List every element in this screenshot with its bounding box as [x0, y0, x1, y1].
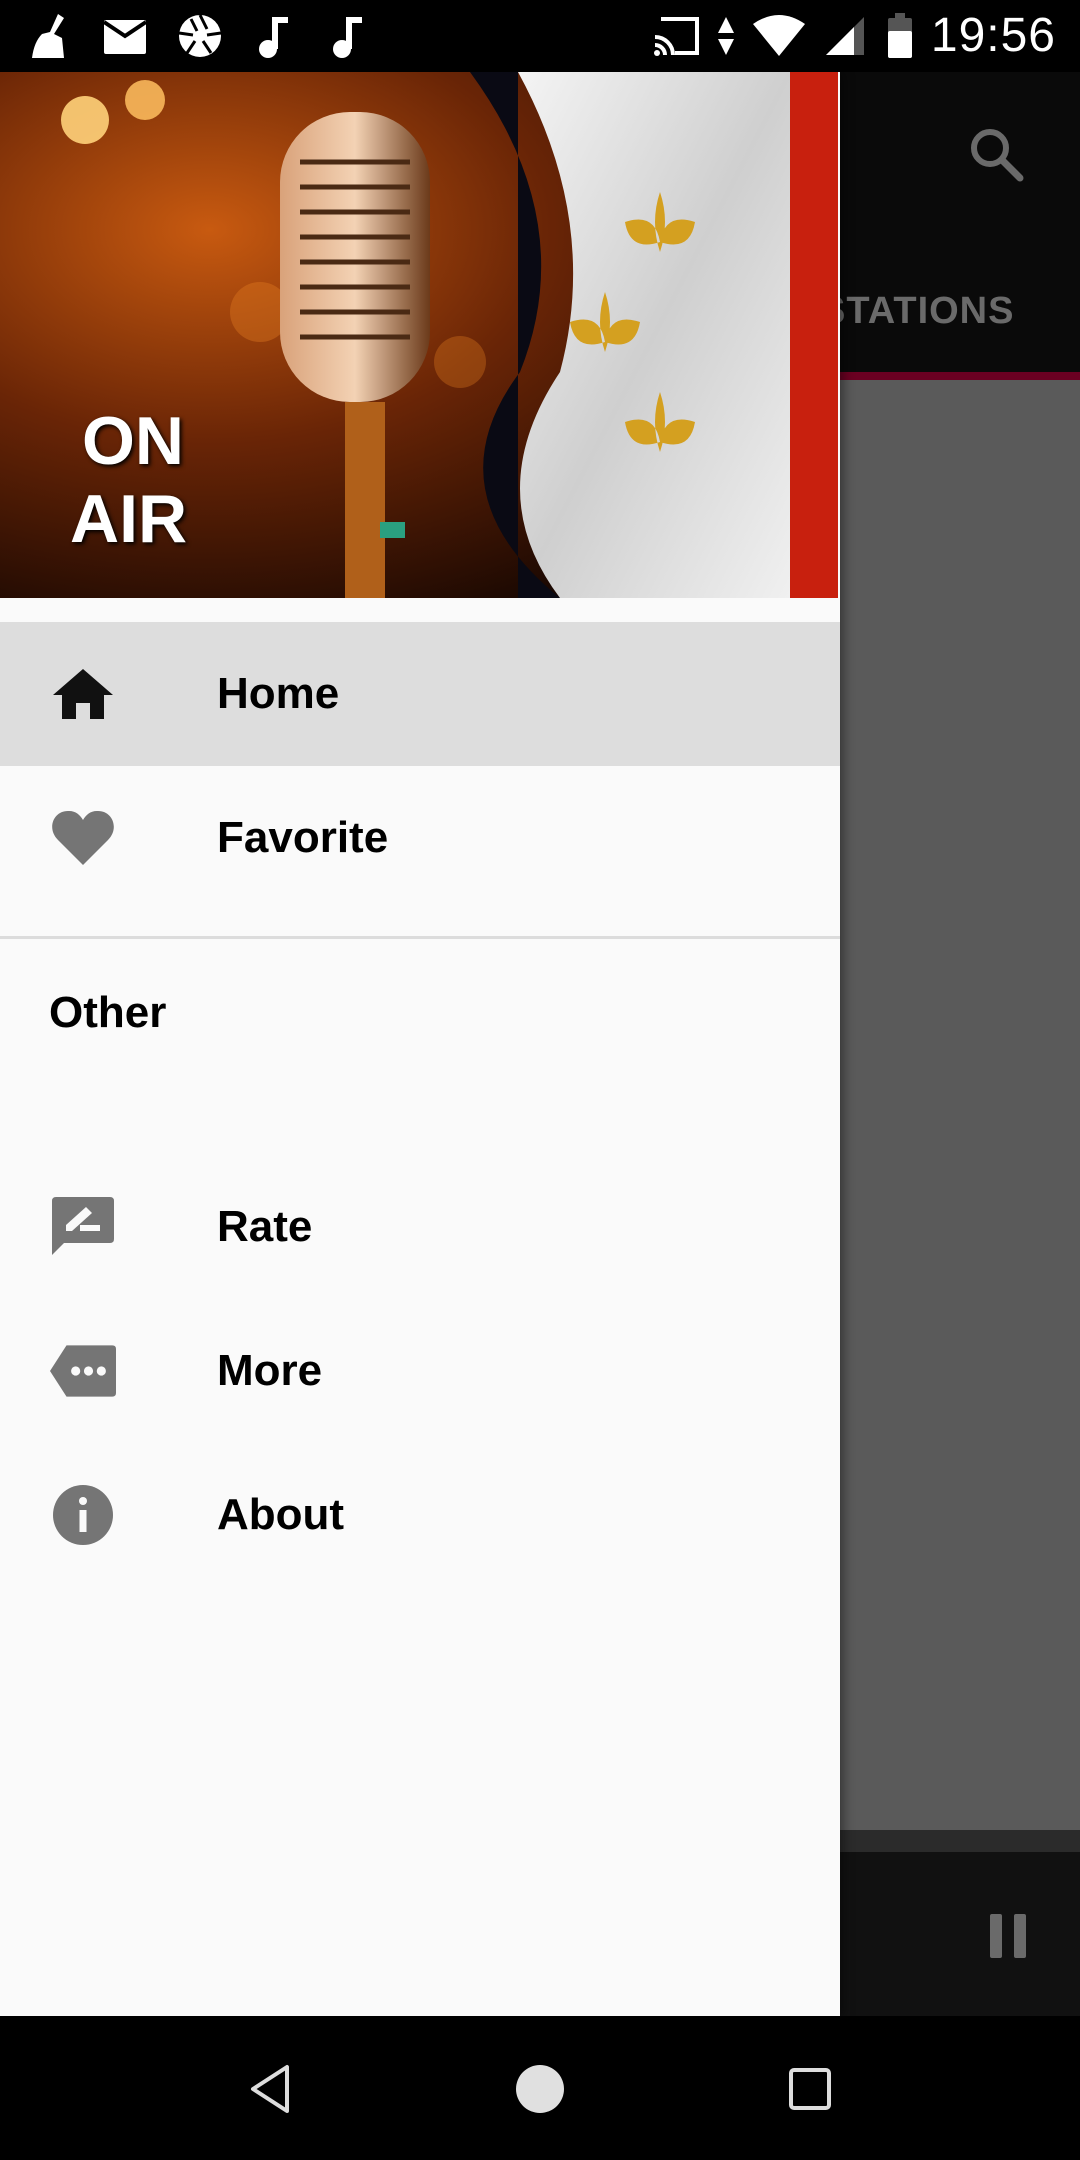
camera-aperture-icon — [176, 12, 224, 60]
drawer-divider — [0, 936, 840, 939]
status-bar: 19:56 — [0, 0, 1080, 72]
drawer-item-more[interactable]: More — [0, 1299, 840, 1443]
mail-icon — [102, 12, 150, 60]
drawer-item-favorite[interactable]: Favorite — [0, 766, 840, 910]
cast-icon — [653, 12, 701, 60]
info-icon — [50, 1482, 116, 1548]
section-title-other: Other — [49, 988, 167, 1037]
home-icon — [50, 661, 116, 727]
cleaner-icon — [28, 12, 76, 60]
more-tag-icon — [50, 1338, 116, 1404]
wifi-icon — [751, 12, 807, 60]
search-icon[interactable] — [966, 124, 1026, 184]
home-circle-icon[interactable] — [505, 2054, 575, 2124]
navigation-drawer: ON AIR Home Favorite Other Rate More Abo… — [0, 72, 840, 2016]
recents-icon[interactable] — [775, 2054, 845, 2124]
data-arrows-icon — [715, 12, 737, 60]
music-note-icon — [324, 12, 372, 60]
pause-icon[interactable] — [990, 1914, 1026, 1958]
rate-review-icon — [50, 1194, 116, 1260]
system-nav-bar — [0, 2016, 1080, 2160]
cell-signal-icon — [821, 12, 869, 60]
drawer-item-about[interactable]: About — [0, 1443, 840, 1587]
drawer-item-home[interactable]: Home — [0, 622, 840, 766]
drawer-header-image: ON AIR — [0, 72, 838, 598]
heart-icon — [50, 805, 116, 871]
drawer-item-rate[interactable]: Rate — [0, 1155, 840, 1299]
on-air-text: ON AIR — [70, 403, 188, 557]
tab-stations[interactable]: STATIONS — [820, 290, 1014, 333]
music-note-icon — [250, 12, 298, 60]
clock: 19:56 — [930, 9, 1056, 62]
back-icon[interactable] — [236, 2054, 306, 2124]
battery-icon — [883, 12, 917, 60]
